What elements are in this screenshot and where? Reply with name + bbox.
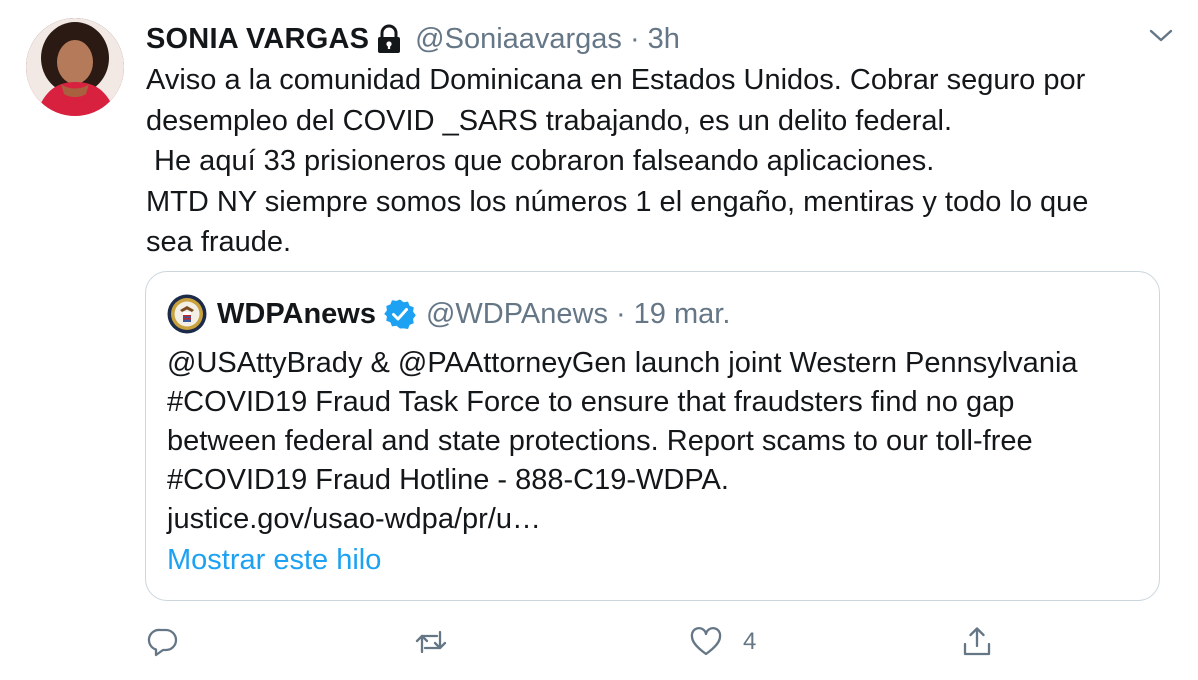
reply-icon [147, 628, 178, 657]
retweet-button[interactable] [414, 620, 468, 664]
quoted-tweet-text-line: #COVID19 Fraud Task Force to ensure that… [167, 386, 1015, 418]
verified-badge-icon [384, 299, 416, 329]
quoted-tweet-card[interactable]: WDPAnews @WDPAnews · 19 mar. @USAttyBrad… [145, 271, 1160, 601]
share-icon [963, 627, 991, 656]
tweet-header: SONIA VARGAS @Soniaavargas · 3h [146, 20, 1158, 58]
chevron-down-icon[interactable] [1146, 26, 1176, 46]
author-handle[interactable]: @Soniaavargas [415, 23, 622, 56]
author-display-name[interactable]: SONIA VARGAS [146, 23, 369, 56]
quoted-author-display-name[interactable]: WDPAnews [217, 298, 376, 331]
quoted-author-handle[interactable]: @WDPAnews [426, 298, 608, 331]
quoted-tweet-text-line: between federal and state protections. R… [167, 425, 1033, 457]
quoted-tweet-text-line: #COVID19 Fraud Hotline - 888-C19-WDPA. [167, 464, 729, 496]
retweet-icon [415, 630, 447, 654]
tweet[interactable]: SONIA VARGAS @Soniaavargas · 3h Aviso a … [0, 0, 1198, 680]
tweet-text-line: MTD NY siempre somos los números 1 el en… [146, 185, 1089, 218]
separator-dot: · [629, 22, 640, 55]
quoted-author-avatar[interactable] [167, 294, 207, 334]
tweet-text-line: Aviso a la comunidad Dominicana en Estad… [146, 64, 1086, 96]
tweet-text: Aviso a la comunidad Dominicana en Estad… [146, 60, 1176, 263]
reply-button[interactable] [146, 620, 200, 664]
tweet-text-line: He aquí 33 prisioneros que cobraron fals… [146, 145, 935, 177]
quoted-tweet-header: WDPAnews @WDPAnews · 19 mar. [167, 294, 730, 334]
heart-icon [690, 627, 722, 656]
tweet-timestamp[interactable]: 3h [648, 23, 680, 56]
separator-dot: · [615, 297, 626, 330]
quoted-tweet-date[interactable]: 19 mar. [634, 298, 731, 331]
quoted-tweet-link[interactable]: justice.gov/usao-wdpa/pr/u… [167, 500, 1147, 539]
quoted-tweet-text: @USAttyBrady & @PAAttorneyGen launch joi… [167, 344, 1147, 539]
tweet-actions: 4 [146, 620, 1006, 664]
like-count: 4 [743, 628, 757, 655]
show-thread-link[interactable]: Mostrar este hilo [167, 544, 381, 577]
share-button[interactable] [960, 620, 1014, 664]
lock-icon [375, 24, 403, 54]
tweet-text-line: sea fraude. [146, 226, 292, 258]
author-avatar[interactable] [26, 18, 124, 116]
quoted-tweet-text-line: @USAttyBrady & @PAAttorneyGen launch joi… [167, 347, 1078, 379]
like-button[interactable]: 4 [689, 620, 756, 664]
tweet-text-line: desempleo del COVID _SARS trabajando, es… [146, 104, 953, 137]
